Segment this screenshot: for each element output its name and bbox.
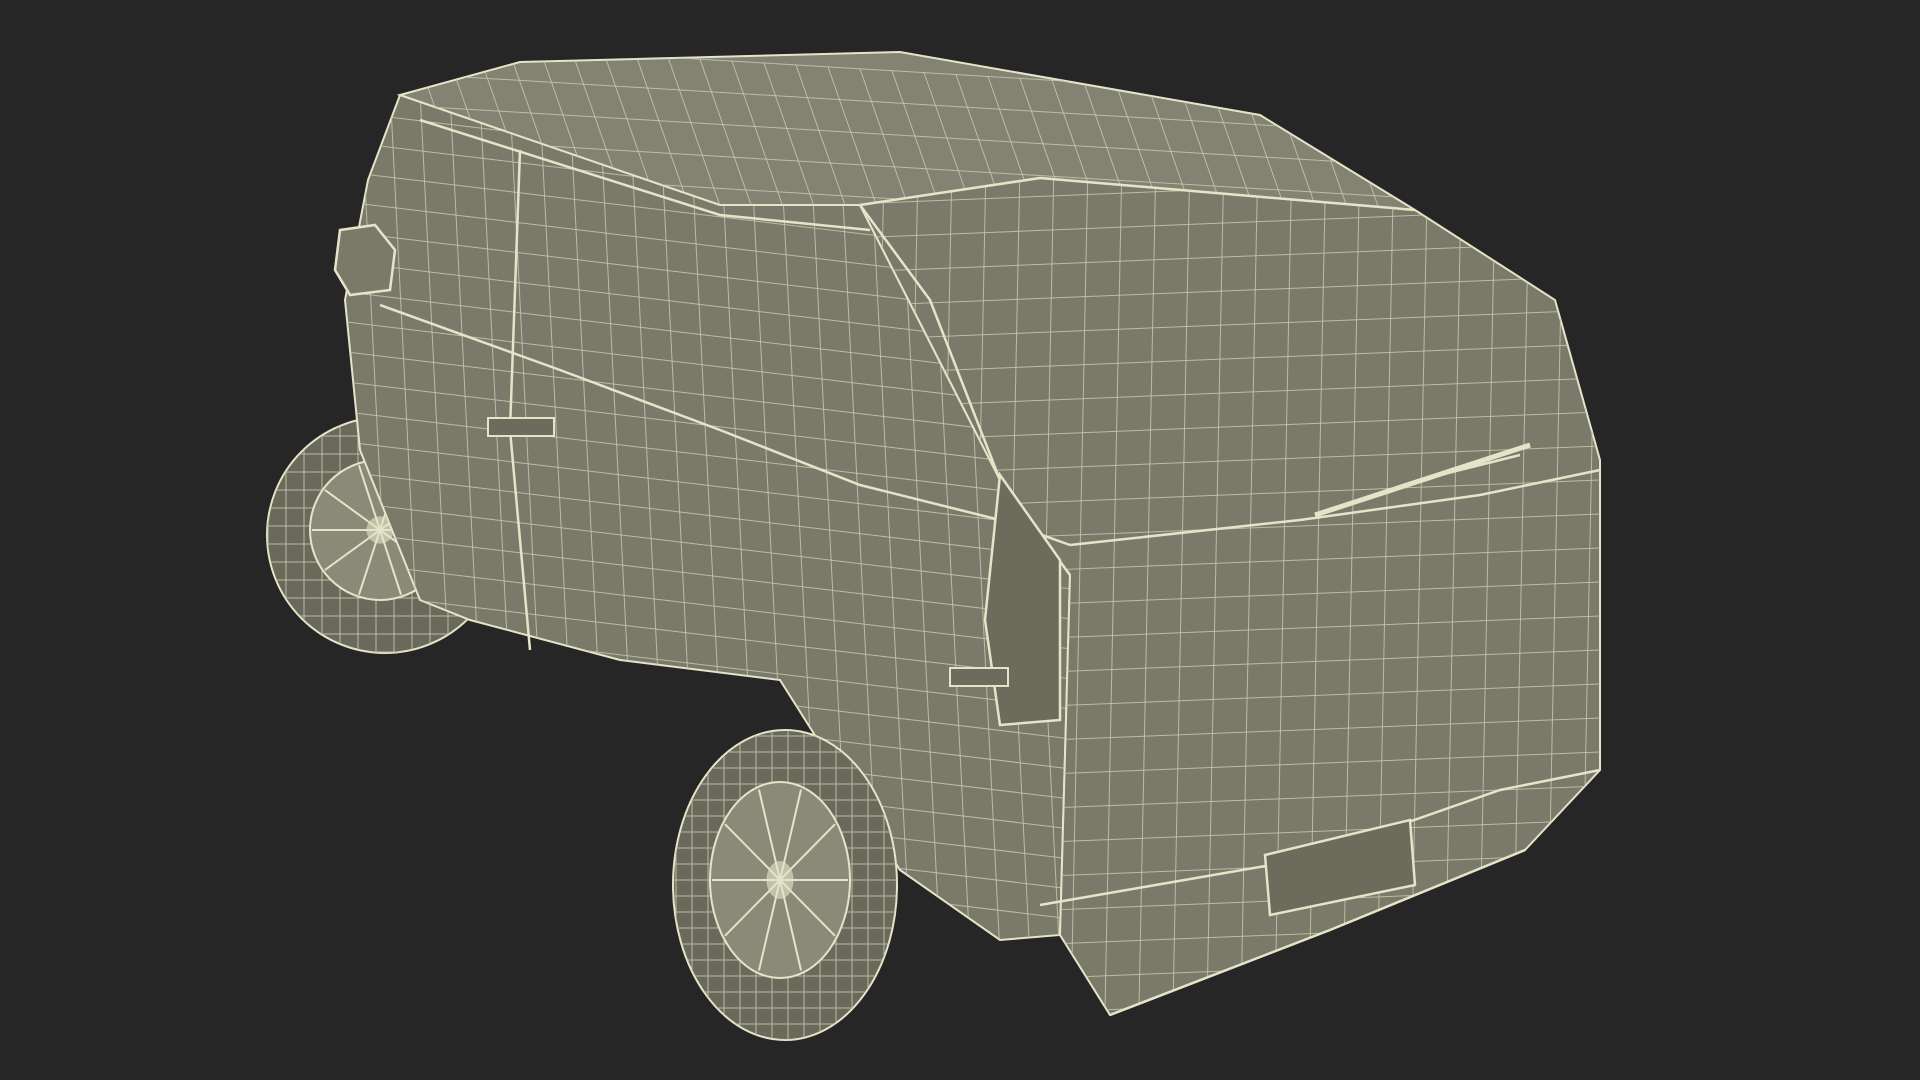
door-handle-shape bbox=[487, 417, 555, 437]
wheel-hub bbox=[766, 861, 794, 899]
wireframe-render-viewport bbox=[0, 0, 1920, 1080]
reflector bbox=[949, 667, 1009, 687]
door-handle bbox=[487, 417, 555, 437]
